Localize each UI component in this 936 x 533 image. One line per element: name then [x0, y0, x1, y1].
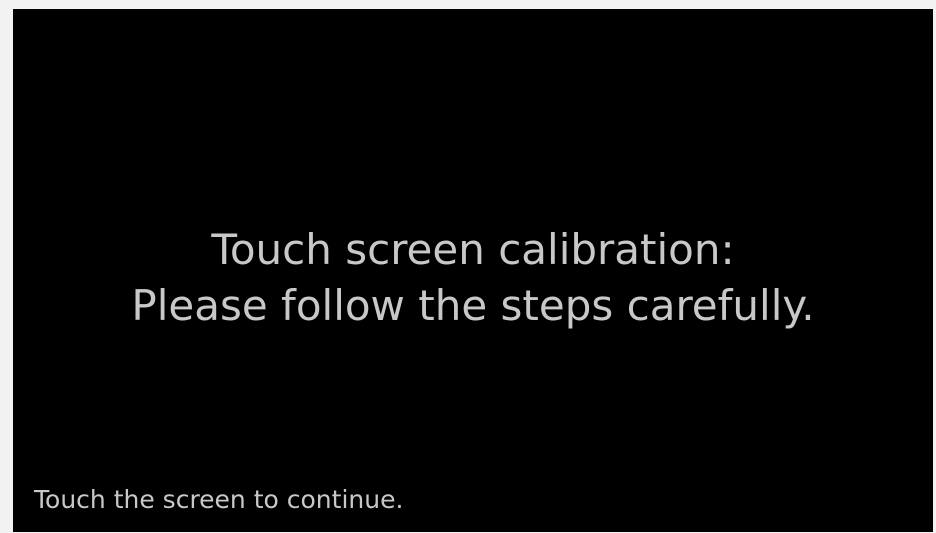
- window-frame: Touch screen calibration: Please follow …: [0, 0, 936, 533]
- calibration-touch-screen[interactable]: Touch screen calibration: Please follow …: [13, 9, 933, 532]
- calibration-message: Touch screen calibration: Please follow …: [13, 222, 933, 334]
- calibration-title-line-2: Please follow the steps carefully.: [131, 281, 815, 330]
- continue-hint: Touch the screen to continue.: [34, 485, 404, 514]
- calibration-title-line-1: Touch screen calibration:: [211, 225, 735, 274]
